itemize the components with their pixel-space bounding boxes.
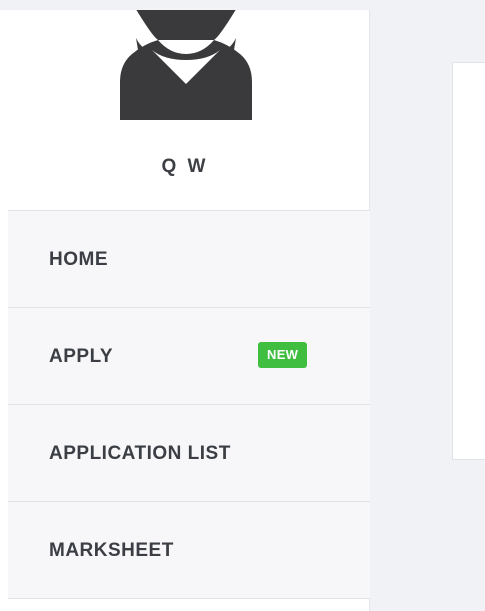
sidebar-menu: HOME APPLY NEW APPLICATION LIST MARKSHEE… — [8, 210, 370, 599]
sidebar: Q W HOME APPLY NEW APPLICATION LIST MARK… — [0, 10, 370, 611]
sidebar-item-marksheet[interactable]: MARKSHEET — [8, 502, 370, 599]
main-content-card — [452, 62, 485, 460]
new-badge: NEW — [258, 342, 308, 368]
sidebar-item-label: APPLICATION LIST — [49, 443, 231, 464]
sidebar-item-label: APPLY — [49, 346, 114, 367]
profile-section: Q W — [0, 10, 369, 210]
sidebar-item-application-list[interactable]: APPLICATION LIST — [8, 405, 370, 502]
user-name: Q W — [161, 156, 209, 177]
sidebar-item-label: HOME — [49, 249, 108, 270]
sidebar-item-label: MARKSHEET — [49, 540, 174, 561]
sidebar-item-apply[interactable]: APPLY NEW — [8, 308, 370, 405]
app-window: Q W HOME APPLY NEW APPLICATION LIST MARK… — [0, 0, 485, 611]
female-avatar-icon — [112, 10, 260, 120]
sidebar-item-home[interactable]: HOME — [8, 211, 370, 308]
